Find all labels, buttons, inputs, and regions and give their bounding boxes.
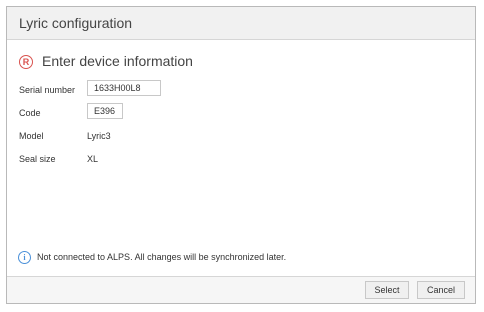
cancel-button[interactable]: Cancel	[417, 281, 465, 299]
serial-number-input[interactable]	[87, 80, 161, 96]
serial-number-label: Serial number	[19, 85, 76, 95]
model-value: Lyric3	[87, 131, 111, 141]
seal-size-value: XL	[87, 154, 99, 164]
info-icon: i	[18, 251, 31, 264]
code-label: Code	[19, 108, 41, 118]
dialog-footer: Select Cancel	[7, 276, 475, 303]
model-label: Model	[19, 131, 44, 141]
connection-status-message: Not connected to ALPS. All changes will …	[37, 252, 287, 262]
dialog-titlebar: Lyric configuration	[7, 7, 475, 40]
select-button[interactable]: Select	[365, 281, 409, 299]
code-input[interactable]	[87, 103, 123, 119]
seal-size-label: Seal size	[19, 154, 56, 164]
lyric-configuration-dialog: Lyric configuration R Enter device infor…	[6, 6, 476, 304]
section-title: Enter device information	[42, 53, 193, 69]
registered-r-icon: R	[19, 55, 33, 69]
dialog-title: Lyric configuration	[19, 15, 133, 31]
